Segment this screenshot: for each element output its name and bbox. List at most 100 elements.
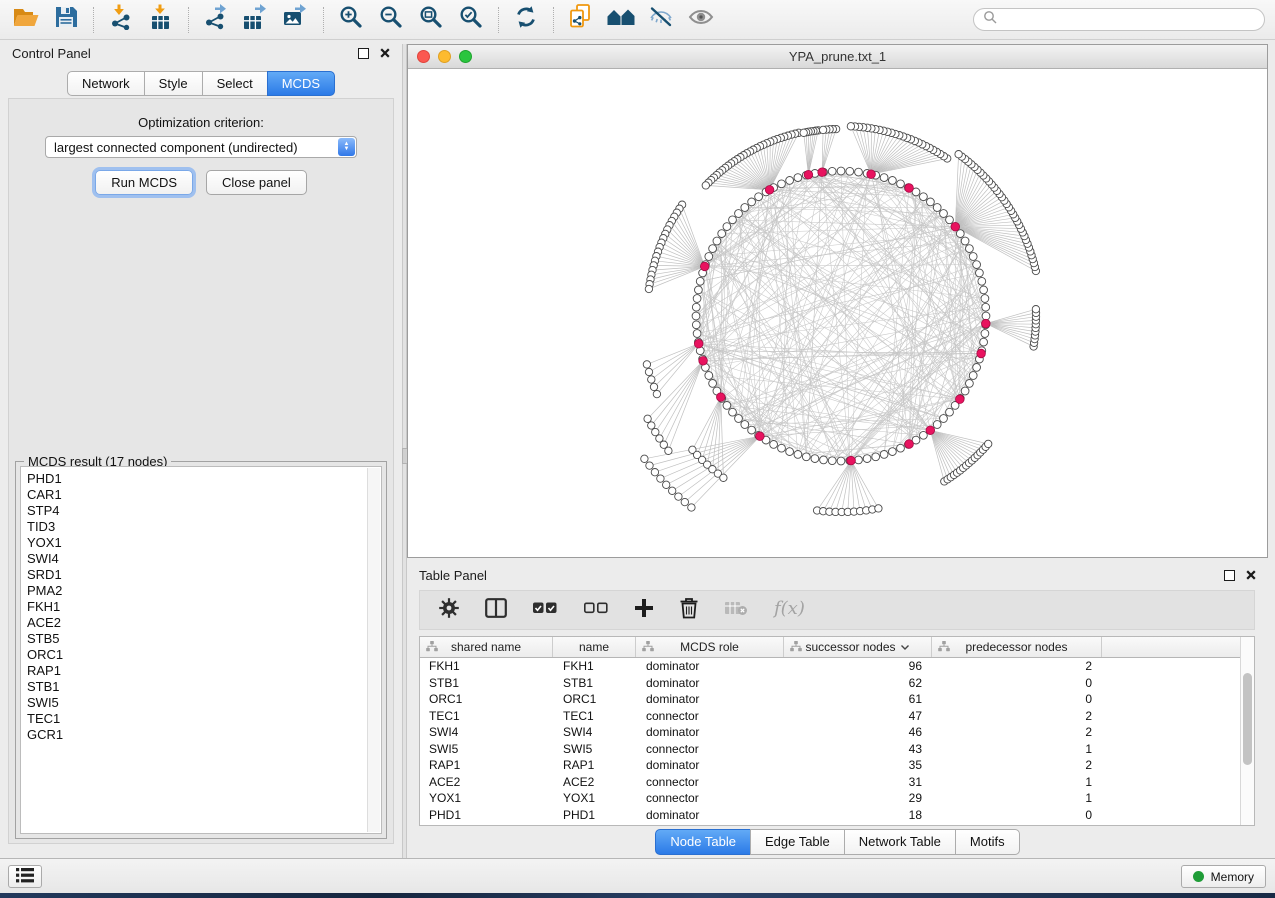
mcds-result-group: MCDS result (17 nodes) PHD1CAR1STP4TID3Y…: [15, 461, 387, 839]
gear-button[interactable]: [438, 597, 460, 624]
delete-table-button: [724, 600, 748, 621]
tab-style[interactable]: Style: [144, 71, 203, 96]
mcds-result-item[interactable]: FKH1: [27, 599, 381, 615]
window-minimize-icon[interactable]: [438, 50, 451, 63]
table-row[interactable]: TEC1TEC1connector472: [420, 708, 1240, 725]
criterion-select[interactable]: largest connected component (undirected)…: [45, 136, 357, 158]
scrollbar-thumb[interactable]: [1243, 673, 1252, 765]
mcds-result-item[interactable]: RAP1: [27, 663, 381, 679]
table-cell: 0: [932, 692, 1102, 706]
open-file-button[interactable]: [6, 4, 46, 36]
show-columns-button[interactable]: [532, 601, 558, 620]
column-header-successor-nodes[interactable]: successor nodes: [784, 637, 932, 657]
add-column-button[interactable]: [634, 598, 654, 623]
window-maximize-icon[interactable]: [459, 50, 472, 63]
show-all-button[interactable]: [681, 4, 721, 36]
mcds-result-item[interactable]: TID3: [27, 519, 381, 535]
table-cell: 29: [784, 791, 932, 805]
mcds-result-item[interactable]: CAR1: [27, 487, 381, 503]
window-close-icon[interactable]: [417, 50, 430, 63]
mcds-result-item[interactable]: STB1: [27, 679, 381, 695]
table-cell: 61: [784, 692, 932, 706]
table-cell: RAP1: [553, 758, 636, 772]
mcds-result-item[interactable]: STB5: [27, 631, 381, 647]
mcds-result-item[interactable]: TEC1: [27, 711, 381, 727]
first-neighbors-button[interactable]: [601, 4, 641, 36]
zoom-out-button[interactable]: [371, 4, 411, 36]
search-input[interactable]: [1003, 12, 1264, 28]
import-table-icon: [148, 4, 174, 35]
table-row[interactable]: RAP1RAP1dominator352: [420, 757, 1240, 774]
split-columns-button[interactable]: [485, 598, 507, 623]
column-header-shared-name[interactable]: shared name: [420, 637, 553, 657]
close-panel-icon[interactable]: [380, 46, 390, 61]
table-row[interactable]: SWI4SWI4dominator462: [420, 724, 1240, 741]
table-cell: 18: [784, 808, 932, 822]
column-header-name[interactable]: name: [553, 637, 636, 657]
delete-column-button[interactable]: [679, 597, 699, 624]
mcds-result-item[interactable]: ORC1: [27, 647, 381, 663]
tab-edge-table[interactable]: Edge Table: [750, 829, 845, 855]
table-row[interactable]: FKH1FKH1dominator962: [420, 658, 1240, 675]
network-window-titlebar: YPA_prune.txt_1: [408, 45, 1267, 69]
close-panel-button[interactable]: Close panel: [206, 170, 307, 195]
table-row[interactable]: ACE2ACE2connector311: [420, 774, 1240, 791]
float-table-panel-icon[interactable]: [1224, 570, 1235, 581]
export-image-button[interactable]: [276, 4, 316, 36]
mcds-result-item[interactable]: SWI5: [27, 695, 381, 711]
network-canvas[interactable]: [408, 69, 1267, 557]
zoom-fit-button[interactable]: [411, 4, 451, 36]
hide-columns-button[interactable]: [583, 601, 609, 620]
export-network-button[interactable]: [196, 4, 236, 36]
hide-selected-button[interactable]: [641, 4, 681, 36]
close-table-panel-icon[interactable]: [1246, 568, 1256, 583]
mcds-result-item[interactable]: SWI4: [27, 551, 381, 567]
delete-column-icon: [679, 597, 699, 624]
tab-node-table[interactable]: Node Table: [655, 829, 751, 855]
table-cell: 0: [932, 808, 1102, 822]
refresh-layout-button[interactable]: [506, 4, 546, 36]
network-graph[interactable]: [408, 69, 1267, 558]
float-window-icon[interactable]: [358, 48, 369, 59]
table-cell: connector: [636, 791, 784, 805]
mcds-result-item[interactable]: SRD1: [27, 567, 381, 583]
show-panels-menu-button[interactable]: [8, 865, 42, 888]
import-table-button[interactable]: [141, 4, 181, 36]
result-list-scrollbar[interactable]: [367, 468, 380, 832]
table-cell: 1: [932, 791, 1102, 805]
network-title: YPA_prune.txt_1: [789, 49, 886, 64]
export-table-button[interactable]: [236, 4, 276, 36]
mcds-result-item[interactable]: PMA2: [27, 583, 381, 599]
tab-select[interactable]: Select: [202, 71, 268, 96]
tab-network-table[interactable]: Network Table: [844, 829, 956, 855]
column-header-MCDS-role[interactable]: MCDS role: [636, 637, 784, 657]
table-scrollbar[interactable]: [1240, 637, 1254, 825]
run-mcds-button[interactable]: Run MCDS: [95, 170, 193, 195]
control-panel: Control Panel NetworkStyleSelectMCDS Opt…: [0, 40, 402, 858]
mcds-result-item[interactable]: PHD1: [27, 471, 381, 487]
shared-column-icon: [426, 641, 438, 655]
zoom-in-button[interactable]: [331, 4, 371, 36]
mcds-result-item[interactable]: YOX1: [27, 535, 381, 551]
mcds-result-item[interactable]: STP4: [27, 503, 381, 519]
tab-motifs[interactable]: Motifs: [955, 829, 1020, 855]
column-label: successor nodes: [805, 640, 895, 654]
table-row[interactable]: SWI5SWI5connector431: [420, 741, 1240, 758]
mcds-result-item[interactable]: ACE2: [27, 615, 381, 631]
table-row[interactable]: STB1STB1dominator620: [420, 675, 1240, 692]
delete-table-icon: [724, 600, 748, 621]
column-header-predecessor-nodes[interactable]: predecessor nodes: [932, 637, 1102, 657]
import-network-button[interactable]: [101, 4, 141, 36]
mcds-result-item[interactable]: GCR1: [27, 727, 381, 743]
add-column-icon: [634, 598, 654, 623]
select-stepper-icon: ▲▼: [338, 138, 355, 156]
table-row[interactable]: YOX1YOX1connector291: [420, 790, 1240, 807]
tab-network[interactable]: Network: [67, 71, 145, 96]
tab-mcds[interactable]: MCDS: [267, 71, 335, 96]
table-row[interactable]: ORC1ORC1dominator610: [420, 691, 1240, 708]
save-session-button[interactable]: [46, 4, 86, 36]
clone-network-button[interactable]: [561, 4, 601, 36]
zoom-selected-button[interactable]: [451, 4, 491, 36]
table-row[interactable]: PHD1PHD1dominator180: [420, 807, 1240, 824]
memory-button[interactable]: Memory: [1181, 865, 1266, 888]
